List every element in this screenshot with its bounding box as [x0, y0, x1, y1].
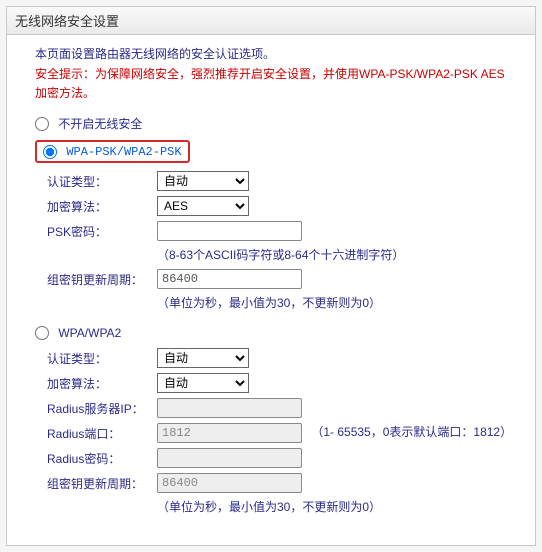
label-auth-type: 认证类型：	[47, 171, 157, 190]
select-wpa-auth-type[interactable]: 自动	[157, 348, 249, 368]
label-wpa-group-rekey: 组密钥更新周期：	[47, 473, 157, 492]
label-radius-ip: Radius服务器IP：	[47, 398, 157, 417]
label-enc-alg: 加密算法：	[47, 196, 157, 215]
radio-disable-security[interactable]	[35, 117, 49, 131]
wpa-psk-subform: 认证类型： 自动 加密算法： AES PSK密码：	[47, 171, 517, 311]
highlight-box: WPA-PSK/WPA2-PSK	[35, 140, 190, 163]
hint-radius-port: （1- 65535，0表示默认端口：1812）	[311, 425, 512, 439]
option-label-disable: 不开启无线安全	[58, 117, 142, 131]
wpa-subform: 认证类型： 自动 加密算法： 自动 Radius服务器IP：	[47, 348, 517, 515]
intro-description: 本页面设置路由器无线网络的安全认证选项。	[35, 45, 517, 63]
option-wpa: WPA/WPA2	[35, 325, 517, 340]
option-disable-security: 不开启无线安全	[35, 115, 517, 132]
label-radius-port: Radius端口：	[47, 423, 157, 442]
input-wpa-group-rekey[interactable]	[157, 473, 302, 493]
radio-wpa-psk[interactable]	[43, 145, 57, 159]
select-wpa-enc-alg[interactable]: 自动	[157, 373, 249, 393]
radio-wpa[interactable]	[35, 326, 49, 340]
input-radius-password[interactable]	[157, 448, 302, 468]
label-radius-password: Radius密码：	[47, 448, 157, 467]
hint-group-rekey: （单位为秒，最小值为30，不更新则为0）	[157, 294, 517, 311]
label-wpa-enc-alg: 加密算法：	[47, 373, 157, 392]
panel-body: 本页面设置路由器无线网络的安全认证选项。 安全提示：为保障网络安全，强烈推荐开启…	[7, 35, 535, 545]
label-wpa-auth-type: 认证类型：	[47, 348, 157, 367]
option-wpa-psk: WPA-PSK/WPA2-PSK	[35, 140, 517, 163]
label-psk-password: PSK密码：	[47, 221, 157, 240]
panel-title: 无线网络安全设置	[7, 7, 535, 35]
select-auth-type[interactable]: 自动	[157, 171, 249, 191]
security-settings-panel: 无线网络安全设置 本页面设置路由器无线网络的安全认证选项。 安全提示：为保障网络…	[6, 6, 536, 546]
hint-psk-password: （8-63个ASCII码字符或8-64个十六进制字符）	[157, 246, 517, 263]
option-label-wpa: WPA/WPA2	[58, 326, 121, 340]
input-radius-ip[interactable]	[157, 398, 302, 418]
select-enc-alg[interactable]: AES	[157, 196, 249, 216]
option-label-wpa-psk: WPA-PSK/WPA2-PSK	[66, 145, 181, 159]
intro-warning: 安全提示：为保障网络安全，强烈推荐开启安全设置，并使用WPA-PSK/WPA2-…	[35, 65, 505, 103]
input-psk-password[interactable]	[157, 221, 302, 241]
input-radius-port[interactable]	[157, 423, 302, 443]
input-group-rekey[interactable]	[157, 269, 302, 289]
label-group-rekey: 组密钥更新周期：	[47, 269, 157, 288]
